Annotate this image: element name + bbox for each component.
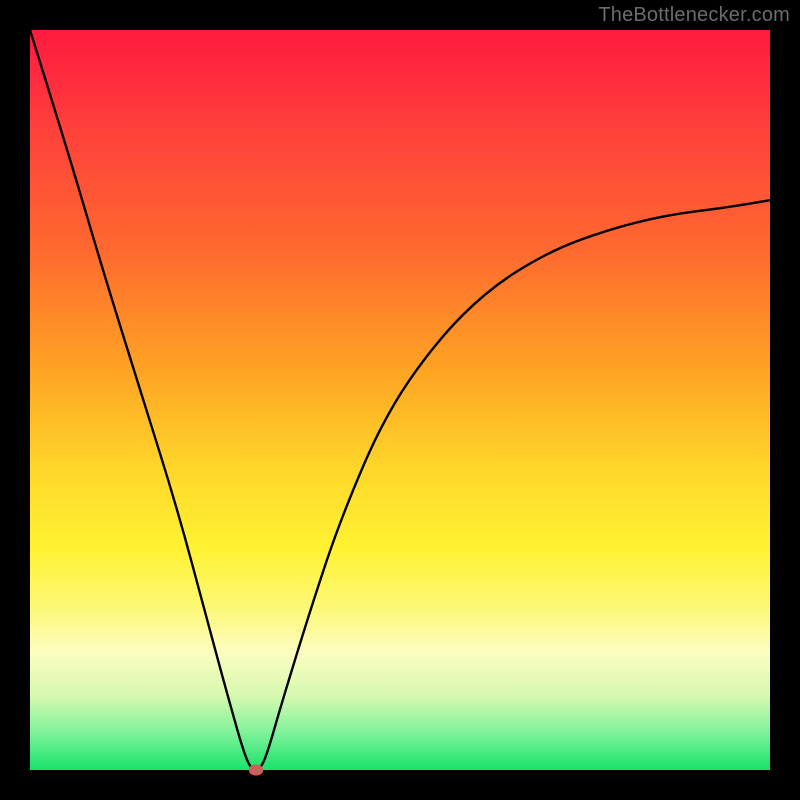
plot-area xyxy=(30,30,770,770)
chart-frame: TheBottlenecker.com xyxy=(0,0,800,800)
bottleneck-curve xyxy=(30,30,770,770)
watermark-text: TheBottlenecker.com xyxy=(598,4,790,27)
minimum-marker xyxy=(249,765,263,776)
